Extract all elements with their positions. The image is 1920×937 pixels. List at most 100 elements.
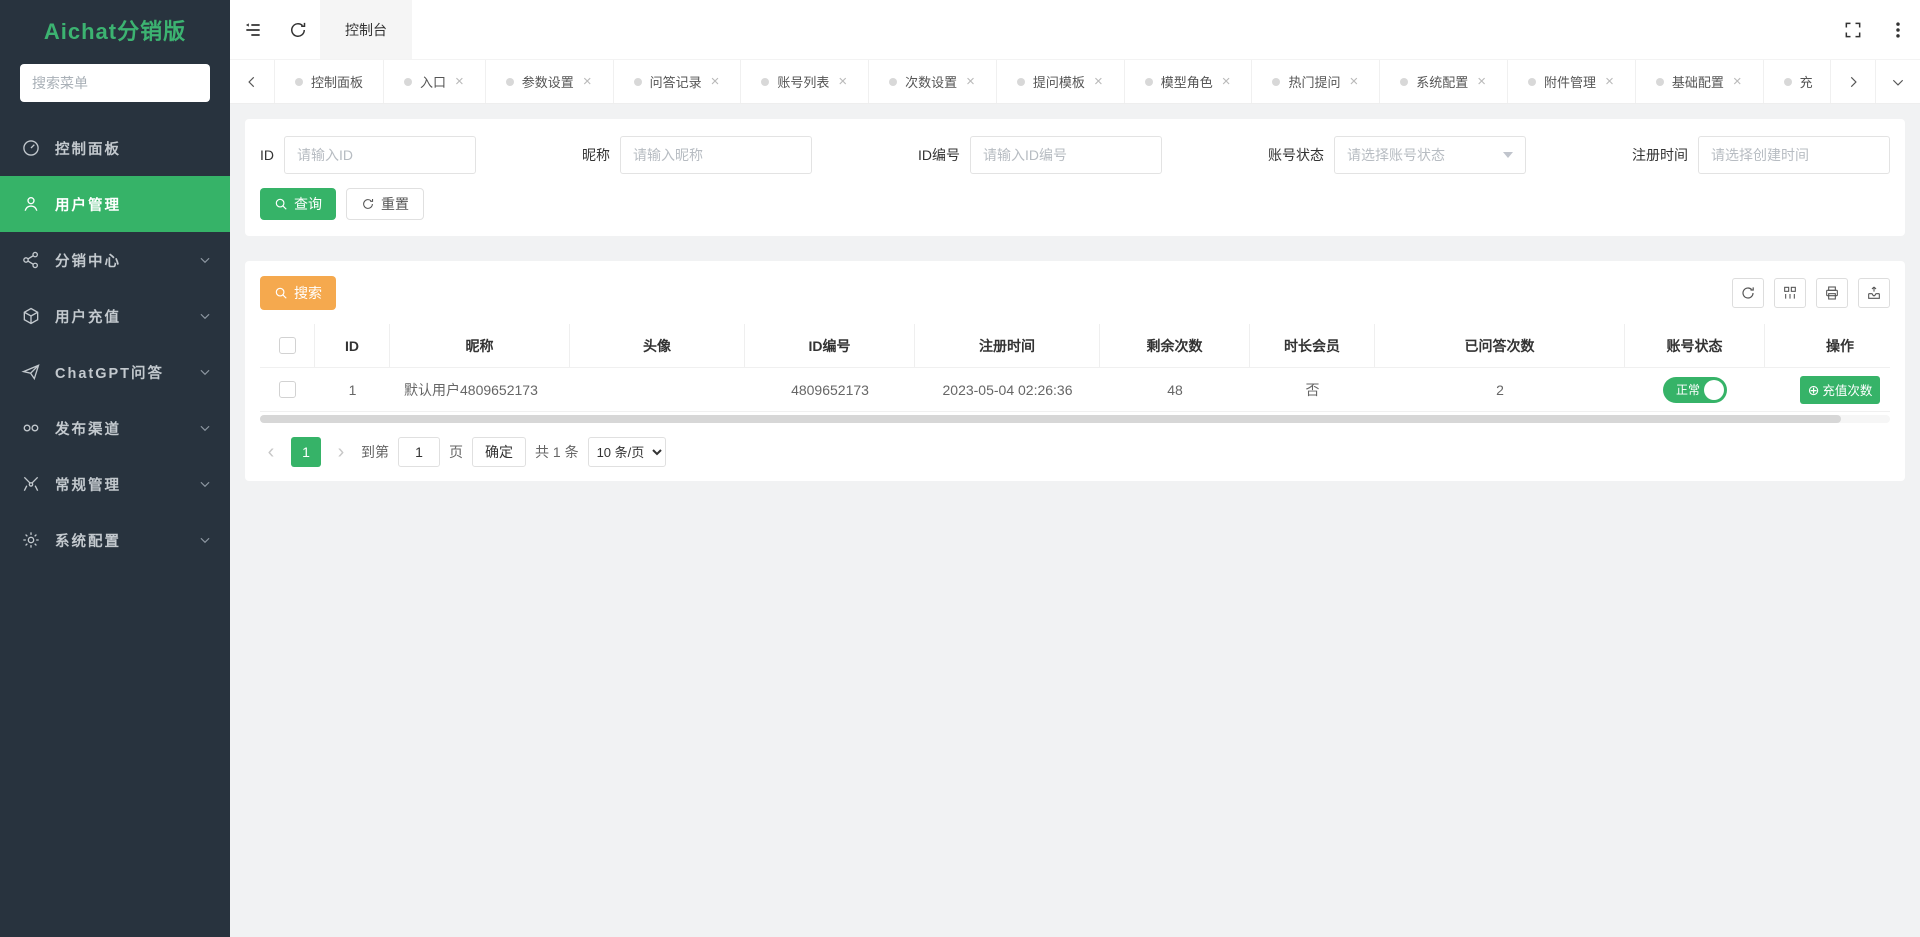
sidebar-item-distribution[interactable]: 分销中心 (0, 232, 230, 288)
tab-count-settings[interactable]: 次数设置× (869, 60, 997, 103)
sidebar-item-channels[interactable]: 发布渠道 (0, 400, 230, 456)
sidebar-item-label: 分销中心 (55, 250, 198, 271)
tab-dot (404, 78, 412, 86)
tab-close-icon[interactable]: × (710, 74, 721, 89)
id-input[interactable] (284, 136, 476, 174)
tab-dashboard[interactable]: 控制面板 (275, 60, 384, 103)
sidebar-item-general[interactable]: 常规管理 (0, 456, 230, 512)
tab-close-icon[interactable]: × (1221, 74, 1232, 89)
sidebar-item-dashboard[interactable]: 控制面板 (0, 120, 230, 176)
tab-basic-config[interactable]: 基础配置 × (1636, 60, 1764, 103)
field-label: 注册时间 (1632, 145, 1688, 165)
column-header-member: 时长会员 (1250, 324, 1375, 367)
column-settings-button[interactable] (1774, 278, 1806, 308)
next-page-button[interactable]: › (330, 437, 352, 467)
tab-close-icon[interactable]: × (1732, 74, 1743, 89)
chevron-left-icon (245, 75, 259, 89)
more-menu-button[interactable] (1875, 0, 1920, 59)
register-time-input[interactable] (1698, 136, 1890, 174)
chevron-down-icon (198, 533, 212, 547)
confirm-page-button[interactable]: 确定 (472, 437, 526, 467)
tab-qa-records[interactable]: 问答记录× (614, 60, 742, 103)
tab-recharge-truncated[interactable]: 充 (1764, 60, 1830, 103)
search-icon (274, 197, 288, 211)
field-label: ID编号 (918, 145, 960, 165)
prev-page-button[interactable]: ‹ (260, 437, 282, 467)
tab-attachments[interactable]: 附件管理× (1508, 60, 1636, 103)
table-search-label: 搜索 (294, 283, 322, 303)
tab-close-icon[interactable]: × (1604, 74, 1615, 89)
tab-close-icon[interactable]: × (837, 74, 848, 89)
tab-params[interactable]: 参数设置× (486, 60, 614, 103)
tabs-dropdown-button[interactable] (1875, 60, 1920, 103)
refresh-page-button[interactable] (275, 0, 320, 59)
main-area: 控制台 控制面板 入口× 参数设置× 问答记录× 账号列表× 次数设置× 提问模… (230, 0, 1920, 937)
select-all-checkbox[interactable] (279, 337, 296, 354)
nickname-input[interactable] (620, 136, 812, 174)
gear-icon (21, 530, 41, 550)
chevron-down-icon (1891, 75, 1905, 89)
row-checkbox[interactable] (279, 381, 296, 398)
tab-system-config[interactable]: 系统配置× (1380, 60, 1508, 103)
tab-hot-questions[interactable]: 热门提问 × (1252, 60, 1380, 103)
tab-account-list[interactable]: 账号列表× (741, 60, 869, 103)
table-refresh-button[interactable] (1732, 278, 1764, 308)
chevron-down-icon (198, 421, 212, 435)
cell-nickname: 默认用户4809652173 (390, 368, 570, 411)
tools-icon (21, 474, 41, 494)
print-button[interactable] (1816, 278, 1848, 308)
send-icon (21, 362, 41, 382)
filter-row: ID 昵称 ID编号 账号状态 请选择账号状态 (260, 136, 1890, 174)
sidebar-item-chatgpt[interactable]: ChatGPT问答 (0, 344, 230, 400)
sidebar-item-system[interactable]: 系统配置 (0, 512, 230, 568)
tab-dot (634, 78, 642, 86)
tab-label: 热门提问 (1288, 72, 1340, 91)
console-nav-tab[interactable]: 控制台 (320, 0, 412, 59)
page-number-1[interactable]: 1 (291, 437, 321, 467)
sidebar-item-label: 系统配置 (55, 530, 198, 551)
cell-member: 否 (1250, 368, 1375, 411)
tab-model-roles[interactable]: 模型角色× (1125, 60, 1253, 103)
tab-label: 基础配置 (1672, 72, 1724, 91)
goto-page-input[interactable] (398, 437, 440, 467)
tab-close-icon[interactable]: × (454, 74, 465, 89)
horizontal-scrollbar[interactable] (260, 415, 1890, 423)
table-card: 搜索 (245, 261, 1905, 481)
query-button-label: 查询 (294, 194, 322, 214)
tab-entry[interactable]: 入口× (384, 60, 486, 103)
scrollbar-thumb[interactable] (260, 415, 1841, 423)
sidebar-item-label: 控制面板 (55, 138, 212, 159)
export-button[interactable] (1858, 278, 1890, 308)
tabs-scroll-left-button[interactable] (230, 60, 275, 103)
column-header-status: 账号状态 (1625, 324, 1765, 367)
tab-close-icon[interactable]: × (1349, 74, 1360, 89)
tabs-scroll-right-button[interactable] (1830, 60, 1875, 103)
tab-close-icon[interactable]: × (1476, 74, 1487, 89)
tab-dot (506, 78, 514, 86)
chevron-down-icon (198, 365, 212, 379)
reset-button-label: 重置 (381, 194, 409, 214)
account-status-select[interactable]: 请选择账号状态 (1334, 136, 1526, 174)
filter-field-regtime: 注册时间 (1632, 136, 1890, 174)
tab-close-icon[interactable]: × (582, 74, 593, 89)
recharge-count-button[interactable]: ⊕ 充值次数 (1800, 376, 1881, 404)
reset-button[interactable]: 重置 (346, 188, 424, 220)
sidebar-item-users[interactable]: 用户管理 (0, 176, 230, 232)
total-count-label: 共 1 条 (535, 442, 579, 462)
refresh-icon (1740, 285, 1756, 301)
status-toggle[interactable]: 正常 (1663, 377, 1727, 403)
fullscreen-button[interactable] (1830, 0, 1875, 59)
table-tools (1732, 278, 1890, 308)
menu-search-input[interactable] (20, 64, 210, 102)
sidebar-item-label: 发布渠道 (55, 418, 198, 439)
refresh-icon (288, 20, 308, 40)
page-size-select[interactable]: 10 条/页 (588, 437, 666, 467)
tab-question-template[interactable]: 提问模板× (997, 60, 1125, 103)
sidebar-item-recharge[interactable]: 用户充值 (0, 288, 230, 344)
query-button[interactable]: 查询 (260, 188, 336, 220)
id-number-input[interactable] (970, 136, 1162, 174)
table-search-button[interactable]: 搜索 (260, 276, 336, 310)
tab-close-icon[interactable]: × (1093, 74, 1104, 89)
collapse-sidebar-button[interactable] (230, 0, 275, 59)
tab-close-icon[interactable]: × (965, 74, 976, 89)
